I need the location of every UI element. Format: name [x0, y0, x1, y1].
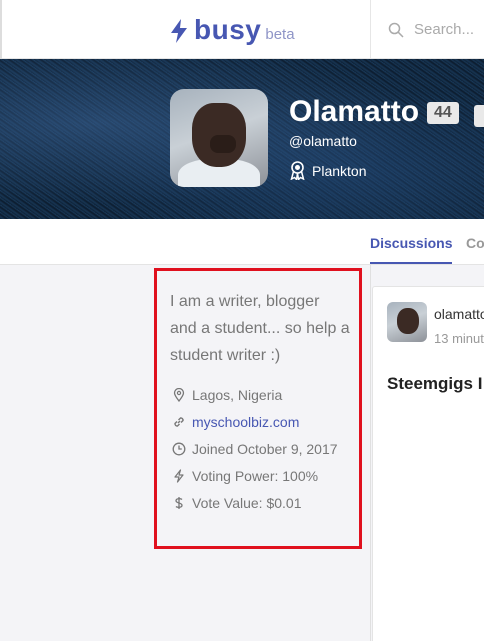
link-icon: [174, 417, 184, 427]
search-divider: [370, 0, 371, 59]
profile-name-row: Olamatto 44: [289, 95, 459, 129]
rank-label: Plankton: [312, 162, 367, 179]
lightning-bolt-icon: [174, 469, 184, 483]
tab-discussions[interactable]: Discussions: [370, 235, 452, 251]
joined-text: Joined October 9, 2017: [192, 441, 338, 457]
profile-handle: @olamatto: [289, 133, 357, 149]
vote-value-text: Vote Value: $0.01: [192, 495, 302, 511]
website-link[interactable]: myschoolbiz.com: [192, 414, 299, 430]
post-author-avatar[interactable]: [387, 302, 427, 342]
search-box[interactable]: [388, 20, 484, 39]
top-navigation-bar: busy beta: [0, 0, 484, 59]
dollar-icon: [175, 497, 183, 509]
profile-bio: I am a writer, blogger and a student... …: [170, 293, 350, 364]
search-input[interactable]: [412, 20, 484, 39]
post-author-name[interactable]: olamatto: [434, 306, 484, 322]
voting-power-text: Voting Power: 100%: [192, 468, 319, 484]
profile-display-name: Olamatto: [289, 95, 420, 128]
reputation-badge: 44: [427, 102, 459, 124]
tab-comments[interactable]: Co: [466, 235, 484, 251]
post-timestamp: 13 minute: [434, 331, 484, 346]
map-pin-icon: [173, 388, 185, 402]
busy-logo[interactable]: busy beta: [170, 14, 295, 46]
profile-tabs-bar: Discussions Co: [0, 219, 484, 265]
profile-avatar[interactable]: [170, 89, 268, 187]
profile-rank: Plankton: [289, 161, 366, 180]
post-title[interactable]: Steemgigs I: [387, 374, 482, 394]
voting-power-row: Voting Power: 100%: [172, 468, 318, 484]
active-tab-indicator: [370, 262, 452, 264]
logo-text: busy: [194, 14, 262, 45]
lightning-bolt-icon: [171, 19, 187, 43]
avatar-face: [397, 308, 419, 334]
vote-value-row: Vote Value: $0.01: [172, 495, 302, 511]
window-edge: [0, 0, 2, 59]
column-divider: [370, 265, 371, 641]
location-row: Lagos, Nigeria: [172, 387, 282, 403]
follow-button-edge[interactable]: [474, 105, 484, 127]
search-icon: [388, 22, 404, 38]
avatar-hand: [210, 135, 236, 153]
website-row: myschoolbiz.com: [172, 414, 299, 430]
joined-row: Joined October 9, 2017: [172, 441, 338, 457]
logo-beta-badge: beta: [265, 26, 295, 43]
clock-icon: [172, 442, 186, 456]
award-ribbon-icon: [290, 161, 305, 180]
location-text: Lagos, Nigeria: [192, 387, 283, 403]
